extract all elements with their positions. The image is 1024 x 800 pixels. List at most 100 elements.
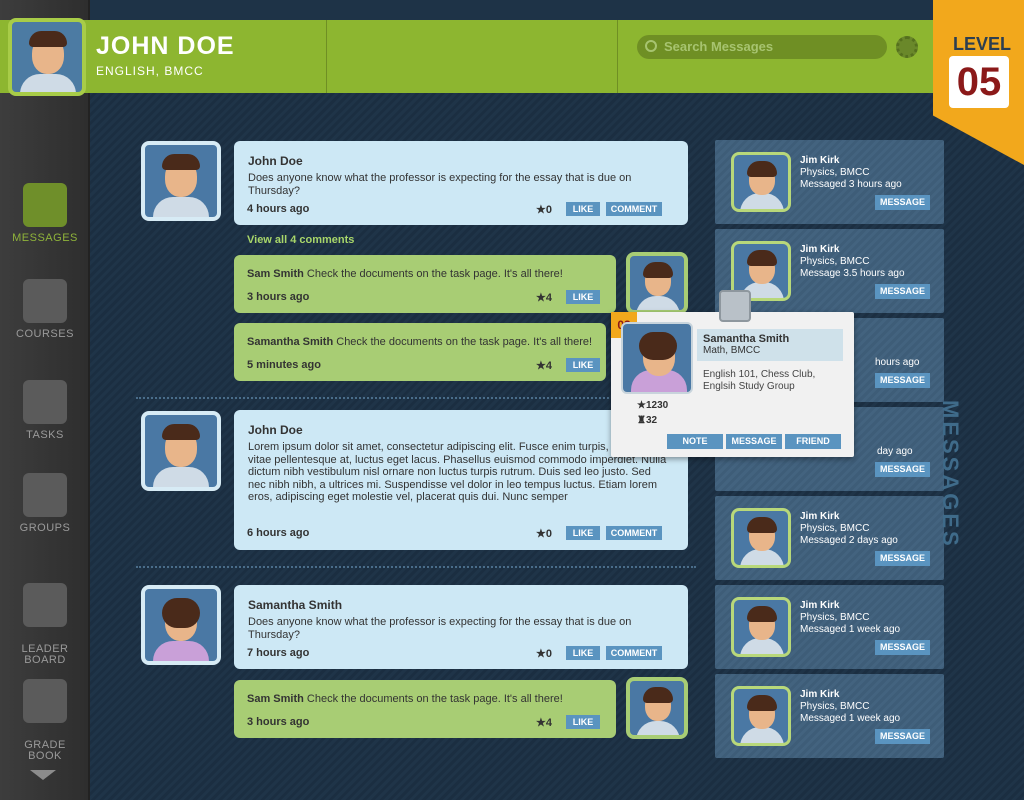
message-button[interactable]: MESSAGE: [875, 195, 930, 210]
sidebar-item-courses[interactable]: COURSES: [0, 279, 90, 340]
avatar[interactable]: [621, 322, 693, 394]
divider: [326, 20, 327, 93]
comment-button[interactable]: COMMENT: [606, 526, 662, 540]
like-button[interactable]: LIKE: [566, 290, 600, 304]
avatar[interactable]: [141, 585, 221, 665]
avatar[interactable]: [731, 508, 791, 568]
contact-name: Jim Kirk: [800, 244, 840, 255]
panel-title: MESSAGES: [938, 400, 963, 549]
message-button[interactable]: MESSAGE: [875, 373, 930, 388]
sidebar-item-tasks[interactable]: TASKS: [0, 380, 90, 441]
avatar[interactable]: [626, 677, 688, 739]
avatar[interactable]: [626, 252, 688, 314]
post-author: John Doe: [248, 154, 303, 168]
contact-time: hours ago: [875, 357, 920, 368]
message-button[interactable]: MESSAGE: [875, 640, 930, 655]
message-button[interactable]: MESSAGE: [875, 729, 930, 744]
sidebar-item-messages[interactable]: MESSAGES: [0, 183, 90, 244]
sidebar-item-label: TASKS: [26, 429, 64, 441]
tasks-icon: [23, 380, 67, 424]
sidebar-item-label: GROUPS: [19, 522, 71, 534]
level-value: 05: [949, 56, 1009, 108]
profile-avatar[interactable]: [8, 18, 86, 96]
contact-school: Physics, BMCC: [800, 523, 870, 534]
post-text: Does anyone know what the professor is e…: [248, 616, 632, 641]
reply-time: 5 minutes ago: [247, 359, 321, 371]
popup-name: Samantha Smith: [703, 333, 790, 345]
contact-school: Physics, BMCC: [800, 612, 870, 623]
level-label: LEVEL: [953, 34, 1012, 54]
message-button[interactable]: MESSAGE: [875, 551, 930, 566]
sidebar-item-groups[interactable]: GROUPS: [0, 473, 90, 534]
contact-name: Jim Kirk: [800, 511, 840, 522]
sidebar-item-label: COURSES: [16, 328, 74, 340]
message-button[interactable]: MESSAGE: [875, 284, 930, 299]
chevron-down-icon[interactable]: [30, 770, 56, 780]
reply-time: 3 hours ago: [247, 716, 310, 728]
star-count: ★0: [536, 648, 552, 660]
comment-button[interactable]: COMMENT: [606, 202, 662, 216]
like-button[interactable]: LIKE: [566, 526, 600, 540]
reply-card: Sam Smith Check the documents on the tas…: [234, 255, 616, 313]
sidebar-item-label: LEADER BOARD: [21, 643, 69, 666]
groups-icon: [23, 473, 67, 517]
avatar[interactable]: [141, 411, 221, 491]
profile-popup: 03 Samantha Smith Math, BMCC English 101…: [611, 290, 854, 457]
contact-time: Messaged 3 hours ago: [800, 179, 902, 190]
view-all-comments-link[interactable]: View all 4 comments: [247, 234, 354, 246]
contact-name: Jim Kirk: [800, 689, 840, 700]
contact-time: Messaged 2 days ago: [800, 535, 898, 546]
contact-time: day ago: [877, 446, 913, 457]
trophy-icon: [23, 583, 67, 627]
popup-header: Samantha Smith Math, BMCC: [697, 329, 843, 361]
avatar[interactable]: [731, 152, 791, 212]
sidebar-item-label: MESSAGES: [12, 232, 78, 244]
contact-school: Physics, BMCC: [800, 167, 870, 178]
comment-button[interactable]: COMMENT: [606, 646, 662, 660]
courses-icon: [23, 279, 67, 323]
message-button[interactable]: MESSAGE: [726, 434, 782, 449]
like-button[interactable]: LIKE: [566, 646, 600, 660]
contact-time: Message 3.5 hours ago: [800, 268, 905, 279]
post-time: 7 hours ago: [247, 647, 310, 659]
reply-text: Check the documents on the task page. It…: [336, 336, 593, 348]
message-button[interactable]: MESSAGE: [875, 462, 930, 477]
search-input[interactable]: Search Messages: [637, 35, 887, 59]
reply-time: 3 hours ago: [247, 291, 310, 303]
like-button[interactable]: LIKE: [566, 202, 600, 216]
post-card: John Doe Does anyone know what the profe…: [234, 141, 688, 225]
friend-button[interactable]: FRIEND: [785, 434, 841, 449]
post-text: Lorem ipsum dolor sit amet, consectetur …: [248, 441, 667, 503]
sidebar-item-gradebook[interactable]: GRADE BOOK: [0, 668, 90, 762]
post-author: Samantha Smith: [248, 598, 343, 612]
contact-school: Physics, BMCC: [800, 701, 870, 712]
popup-school: Math, BMCC: [703, 345, 761, 356]
contact-name: Jim Kirk: [800, 155, 840, 166]
contact-school: Physics, BMCC: [800, 256, 870, 267]
avatar[interactable]: [731, 686, 791, 746]
contact-time: Messaged 1 week ago: [800, 713, 901, 724]
reply-card: Samantha Smith Check the documents on th…: [234, 323, 606, 381]
contact-time: Messaged 1 week ago: [800, 624, 901, 635]
like-button[interactable]: LIKE: [566, 358, 600, 372]
reply-text: Check the documents on the task page. It…: [306, 693, 563, 705]
contact-card: Jim Kirk Physics, BMCC Messaged 2 days a…: [715, 496, 944, 580]
post-card: Samantha Smith Does anyone know what the…: [234, 585, 688, 669]
like-button[interactable]: LIKE: [566, 715, 600, 729]
star-count: ★0: [536, 528, 552, 540]
star-count: ★4: [536, 717, 552, 729]
avatar[interactable]: [731, 597, 791, 657]
avatar[interactable]: [141, 141, 221, 221]
note-button[interactable]: NOTE: [667, 434, 723, 449]
post-time: 6 hours ago: [247, 527, 310, 539]
contact-card: Jim Kirk Physics, BMCC Messaged 1 week a…: [715, 674, 944, 758]
contact-card: Jim Kirk Physics, BMCC Messaged 3 hours …: [715, 140, 944, 224]
contact-card: Jim Kirk Physics, BMCC Messaged 1 week a…: [715, 585, 944, 669]
gear-icon[interactable]: [896, 36, 918, 58]
star-count: ★0: [536, 204, 552, 216]
post-text: Does anyone know what the professor is e…: [248, 172, 632, 197]
grade-icon: [23, 679, 67, 723]
reply-author: Samantha Smith: [247, 336, 334, 348]
sidebar-item-leaderboard[interactable]: LEADER BOARD: [0, 572, 90, 666]
points-count: ★1230: [637, 400, 669, 411]
